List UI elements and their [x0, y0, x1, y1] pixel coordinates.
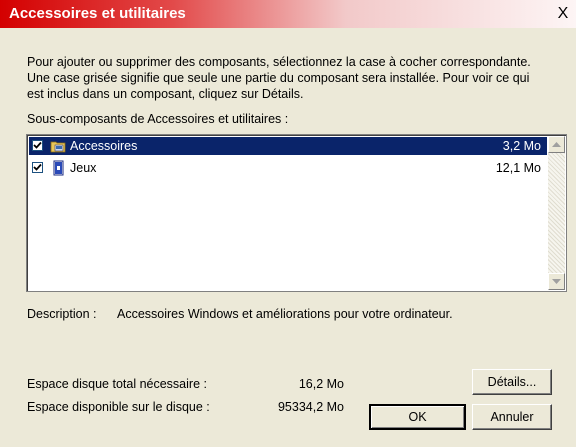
item-label: Accessoires [70, 139, 138, 153]
intro-text: Pour ajouter ou supprimer des composants… [27, 55, 531, 101]
components-list[interactable]: Accessoires 3,2 Mo Jeux 12,1 Mo [26, 134, 567, 292]
vertical-scrollbar[interactable] [548, 136, 565, 290]
scroll-down-button[interactable] [548, 273, 565, 290]
checkbox-jeux[interactable] [32, 162, 43, 173]
components-list-label: Sous-composants de Accessoires et utilit… [27, 112, 289, 126]
list-item-jeux[interactable]: Jeux 12,1 Mo [29, 159, 547, 177]
list-item-accessoires[interactable]: Accessoires 3,2 Mo [29, 137, 547, 155]
description-label: Description : [27, 307, 97, 321]
accessories-folder-icon [50, 138, 66, 154]
item-size: 3,2 Mo [502, 139, 541, 153]
available-space-label: Espace disponible sur le disque : [27, 400, 210, 414]
details-button[interactable]: Détails... [472, 369, 552, 395]
dialog-window: Accessoires et utilitaires X Pour ajoute… [0, 0, 576, 447]
item-size: 12,1 Mo [495, 161, 541, 175]
required-space-value: 16,2 Mo [298, 377, 344, 391]
dialog-body: Pour ajouter ou supprimer des composants… [0, 28, 576, 447]
games-icon [50, 160, 66, 176]
cancel-button[interactable]: Annuler [472, 404, 552, 430]
window-title: Accessoires et utilitaires [9, 5, 186, 22]
scroll-up-button[interactable] [548, 136, 565, 153]
required-space-label: Espace disque total nécessaire : [27, 377, 207, 391]
ok-button[interactable]: OK [369, 404, 466, 430]
item-label: Jeux [70, 161, 97, 175]
description-text: Accessoires Windows et améliorations pou… [117, 307, 453, 321]
checkbox-accessoires[interactable] [32, 140, 43, 151]
available-space-value: 95334,2 Mo [277, 400, 344, 414]
close-button[interactable]: X [554, 5, 572, 23]
title-bar[interactable]: Accessoires et utilitaires X [0, 0, 576, 28]
